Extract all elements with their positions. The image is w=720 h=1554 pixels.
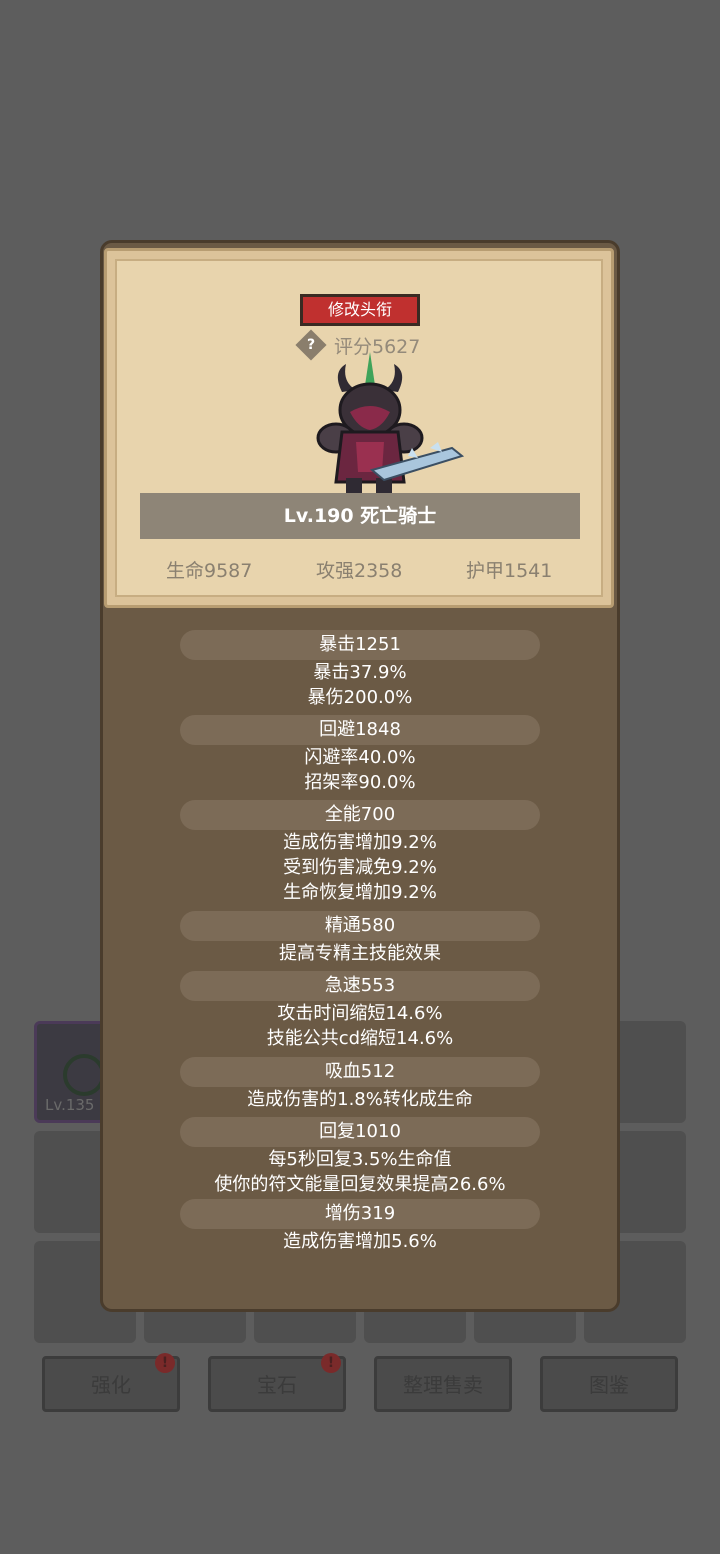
death-knight-character: [316, 352, 465, 498]
attribute-detail: 暴伤200.0%: [307, 687, 413, 708]
enhance-button-label: 强化: [91, 1373, 131, 1397]
attribute-detail: 造成伤害增加9.2%: [283, 832, 437, 853]
attribute-detail: 造成伤害增加5.6%: [283, 1231, 437, 1252]
rename-title-button[interactable]: 修改头衔: [300, 294, 420, 326]
attribute-detail: 闪避率40.0%: [304, 747, 416, 768]
slot-level: Lv.135: [45, 1096, 95, 1114]
attribute-detail: 招架率90.0%: [304, 772, 416, 793]
attribute-detail: 使你的符文能量回复效果提高26.6%: [214, 1174, 506, 1195]
attribute-detail: 攻击时间缩短14.6%: [277, 1003, 443, 1024]
gem-button[interactable]: 宝石 !: [208, 1353, 346, 1412]
alert-icon: !: [321, 1353, 341, 1373]
attribute-detail: 提高专精主技能效果: [279, 943, 441, 964]
attribute-detail: 暴击37.9%: [313, 662, 407, 683]
attribute-detail: 造成伤害的1.8%转化成生命: [247, 1089, 473, 1110]
stat-hp: 生命9587: [166, 560, 253, 582]
attribute-title-lifesteal: 吸血512: [180, 1057, 540, 1087]
attribute-title-versatility: 全能700: [180, 800, 540, 830]
alert-icon: !: [155, 1353, 175, 1373]
attribute-title-dodge: 回避1848: [180, 715, 540, 745]
attribute-title-crit: 暴击1251: [180, 630, 540, 660]
gem-button-label: 宝石: [257, 1373, 297, 1397]
attribute-detail: 生命恢复增加9.2%: [283, 882, 437, 903]
attribute-detail: 受到伤害减免9.2%: [283, 857, 437, 878]
ring-icon: [63, 1054, 105, 1096]
codex-button-label: 图鉴: [589, 1373, 629, 1397]
attribute-title-mastery: 精通580: [180, 911, 540, 941]
sort-sell-button[interactable]: 整理售卖: [374, 1356, 512, 1412]
character-name-bar: Lv.190 死亡骑士: [140, 493, 580, 539]
attribute-detail: 每5秒回复3.5%生命值: [268, 1149, 452, 1170]
stat-attack: 攻强2358: [316, 560, 403, 582]
enhance-button[interactable]: 强化 !: [42, 1353, 180, 1412]
attribute-title-damage-bonus: 增伤319: [180, 1199, 540, 1229]
sort-sell-button-label: 整理售卖: [403, 1373, 483, 1397]
attribute-title-regen: 回复1010: [180, 1117, 540, 1147]
codex-button[interactable]: 图鉴: [540, 1356, 678, 1412]
stat-armor: 护甲1541: [466, 560, 553, 582]
attribute-detail: 技能公共cd缩短14.6%: [266, 1028, 454, 1049]
attribute-title-haste: 急速553: [180, 971, 540, 1001]
